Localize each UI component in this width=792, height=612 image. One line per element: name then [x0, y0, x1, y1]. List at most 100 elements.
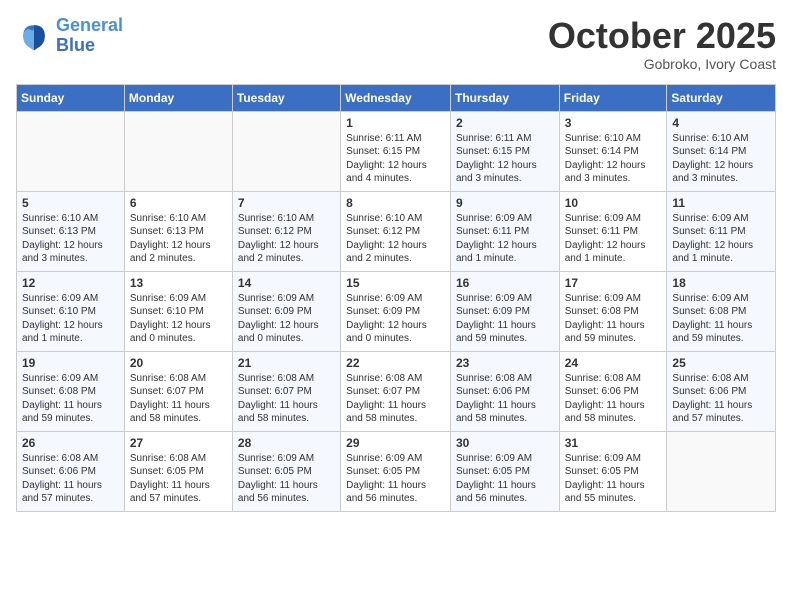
calendar-cell: 4 Sunrise: 6:10 AM Sunset: 6:14 PM Daylig…	[667, 111, 776, 191]
day-info: Sunrise: 6:09 AM Sunset: 6:05 PM Dayligh…	[456, 452, 554, 506]
calendar-week-5: 26 Sunrise: 6:08 AM Sunset: 6:06 PM Dayli…	[17, 431, 776, 511]
calendar-cell: 9 Sunrise: 6:09 AM Sunset: 6:11 PM Daylig…	[450, 191, 559, 271]
calendar-cell: 16 Sunrise: 6:09 AM Sunset: 6:09 PM Dayli…	[450, 271, 559, 351]
day-info: Sunrise: 6:09 AM Sunset: 6:09 PM Dayligh…	[346, 292, 445, 346]
location: Gobroko, Ivory Coast	[548, 56, 776, 72]
calendar-cell	[17, 111, 125, 191]
day-number: 21	[238, 356, 335, 370]
calendar-cell: 23Sunrise: 6:08 AM Sunset: 6:06 PM Dayli…	[450, 351, 559, 431]
day-number: 17	[565, 276, 662, 290]
day-info: Sunrise: 6:09 AM Sunset: 6:05 PM Dayligh…	[238, 452, 335, 506]
day-info: Sunrise: 6:09 AM Sunset: 6:05 PM Dayligh…	[346, 452, 445, 506]
weekday-header-row: SundayMondayTuesdayWednesdayThursdayFrid…	[17, 84, 776, 111]
day-number: 28	[238, 436, 335, 450]
day-info: Sunrise: 6:09 AM Sunset: 6:11 PM Dayligh…	[456, 212, 554, 266]
day-number: 11	[672, 196, 770, 210]
day-number: 9	[456, 196, 554, 210]
day-info: Sunrise: 6:08 AM Sunset: 6:05 PM Dayligh…	[130, 452, 227, 506]
day-info: Sunrise: 6:08 AM Sunset: 6:07 PM Dayligh…	[130, 372, 227, 426]
weekday-header-wednesday: Wednesday	[341, 84, 451, 111]
calendar-cell	[124, 111, 232, 191]
calendar-cell: 13 Sunrise: 6:09 AM Sunset: 6:10 PM Dayli…	[124, 271, 232, 351]
day-number: 13	[130, 276, 227, 290]
day-number: 27	[130, 436, 227, 450]
day-info: Sunrise: 6:09 AM Sunset: 6:09 PM Dayligh…	[456, 292, 554, 346]
day-info: Sunrise: 6:08 AM Sunset: 6:07 PM Dayligh…	[238, 372, 335, 426]
weekday-header-friday: Friday	[559, 84, 667, 111]
calendar-cell: 11 Sunrise: 6:09 AM Sunset: 6:11 PM Dayli…	[667, 191, 776, 271]
day-info: Sunrise: 6:08 AM Sunset: 6:06 PM Dayligh…	[672, 372, 770, 426]
weekday-header-tuesday: Tuesday	[232, 84, 340, 111]
calendar-cell: 15 Sunrise: 6:09 AM Sunset: 6:09 PM Dayli…	[341, 271, 451, 351]
day-info: Sunrise: 6:11 AM Sunset: 6:15 PM Dayligh…	[346, 132, 445, 186]
calendar-cell: 1 Sunrise: 6:11 AM Sunset: 6:15 PM Daylig…	[341, 111, 451, 191]
day-info: Sunrise: 6:09 AM Sunset: 6:10 PM Dayligh…	[22, 292, 119, 346]
calendar-week-1: 1 Sunrise: 6:11 AM Sunset: 6:15 PM Daylig…	[17, 111, 776, 191]
day-info: Sunrise: 6:09 AM Sunset: 6:08 PM Dayligh…	[672, 292, 770, 346]
day-number: 8	[346, 196, 445, 210]
weekday-header-saturday: Saturday	[667, 84, 776, 111]
calendar-cell: 10Sunrise: 6:09 AM Sunset: 6:11 PM Dayli…	[559, 191, 667, 271]
day-number: 30	[456, 436, 554, 450]
day-number: 4	[672, 116, 770, 130]
calendar-cell: 28 Sunrise: 6:09 AM Sunset: 6:05 PM Dayli…	[232, 431, 340, 511]
day-info: Sunrise: 6:11 AM Sunset: 6:15 PM Dayligh…	[456, 132, 554, 186]
calendar-week-4: 19Sunrise: 6:09 AM Sunset: 6:08 PM Dayli…	[17, 351, 776, 431]
calendar-cell: 14 Sunrise: 6:09 AM Sunset: 6:09 PM Dayli…	[232, 271, 340, 351]
day-number: 23	[456, 356, 554, 370]
calendar-cell: 25Sunrise: 6:08 AM Sunset: 6:06 PM Dayli…	[667, 351, 776, 431]
day-info: Sunrise: 6:09 AM Sunset: 6:11 PM Dayligh…	[672, 212, 770, 266]
day-number: 3	[565, 116, 662, 130]
calendar-table: SundayMondayTuesdayWednesdayThursdayFrid…	[16, 84, 776, 512]
day-number: 16	[456, 276, 554, 290]
calendar-cell: 30 Sunrise: 6:09 AM Sunset: 6:05 PM Dayli…	[450, 431, 559, 511]
day-number: 12	[22, 276, 119, 290]
day-number: 24	[565, 356, 662, 370]
page-header: General Blue October 2025 Gobroko, Ivory…	[16, 16, 776, 72]
day-number: 15	[346, 276, 445, 290]
calendar-cell: 22 Sunrise: 6:08 AM Sunset: 6:07 PM Dayli…	[341, 351, 451, 431]
calendar-cell: 2 Sunrise: 6:11 AM Sunset: 6:15 PM Daylig…	[450, 111, 559, 191]
day-number: 20	[130, 356, 227, 370]
calendar-week-2: 5Sunrise: 6:10 AM Sunset: 6:13 PM Daylig…	[17, 191, 776, 271]
month-title: October 2025	[548, 16, 776, 56]
calendar-cell: 17Sunrise: 6:09 AM Sunset: 6:08 PM Dayli…	[559, 271, 667, 351]
day-info: Sunrise: 6:08 AM Sunset: 6:06 PM Dayligh…	[565, 372, 662, 426]
day-info: Sunrise: 6:09 AM Sunset: 6:05 PM Dayligh…	[565, 452, 662, 506]
weekday-header-sunday: Sunday	[17, 84, 125, 111]
day-info: Sunrise: 6:08 AM Sunset: 6:07 PM Dayligh…	[346, 372, 445, 426]
day-number: 14	[238, 276, 335, 290]
day-info: Sunrise: 6:09 AM Sunset: 6:09 PM Dayligh…	[238, 292, 335, 346]
day-info: Sunrise: 6:10 AM Sunset: 6:13 PM Dayligh…	[130, 212, 227, 266]
calendar-cell: 21 Sunrise: 6:08 AM Sunset: 6:07 PM Dayli…	[232, 351, 340, 431]
title-block: October 2025 Gobroko, Ivory Coast	[548, 16, 776, 72]
day-info: Sunrise: 6:10 AM Sunset: 6:14 PM Dayligh…	[672, 132, 770, 186]
day-number: 18	[672, 276, 770, 290]
logo-icon	[16, 18, 52, 54]
day-number: 6	[130, 196, 227, 210]
day-number: 29	[346, 436, 445, 450]
weekday-header-thursday: Thursday	[450, 84, 559, 111]
calendar-week-3: 12 Sunrise: 6:09 AM Sunset: 6:10 PM Dayli…	[17, 271, 776, 351]
calendar-cell: 7Sunrise: 6:10 AM Sunset: 6:12 PM Daylig…	[232, 191, 340, 271]
day-number: 31	[565, 436, 662, 450]
logo-line2: Blue	[56, 35, 95, 55]
day-number: 10	[565, 196, 662, 210]
day-number: 22	[346, 356, 445, 370]
calendar-cell	[232, 111, 340, 191]
day-number: 1	[346, 116, 445, 130]
calendar-cell: 29 Sunrise: 6:09 AM Sunset: 6:05 PM Dayli…	[341, 431, 451, 511]
day-number: 26	[22, 436, 119, 450]
day-info: Sunrise: 6:09 AM Sunset: 6:10 PM Dayligh…	[130, 292, 227, 346]
weekday-header-monday: Monday	[124, 84, 232, 111]
logo-line1: General	[56, 15, 123, 35]
calendar-cell: 3Sunrise: 6:10 AM Sunset: 6:14 PM Daylig…	[559, 111, 667, 191]
calendar-cell: 6 Sunrise: 6:10 AM Sunset: 6:13 PM Daylig…	[124, 191, 232, 271]
calendar-cell: 31 Sunrise: 6:09 AM Sunset: 6:05 PM Dayli…	[559, 431, 667, 511]
calendar-cell	[667, 431, 776, 511]
calendar-cell: 27 Sunrise: 6:08 AM Sunset: 6:05 PM Dayli…	[124, 431, 232, 511]
day-number: 2	[456, 116, 554, 130]
day-info: Sunrise: 6:08 AM Sunset: 6:06 PM Dayligh…	[22, 452, 119, 506]
calendar-cell: 24 Sunrise: 6:08 AM Sunset: 6:06 PM Dayli…	[559, 351, 667, 431]
logo: General Blue	[16, 16, 123, 56]
